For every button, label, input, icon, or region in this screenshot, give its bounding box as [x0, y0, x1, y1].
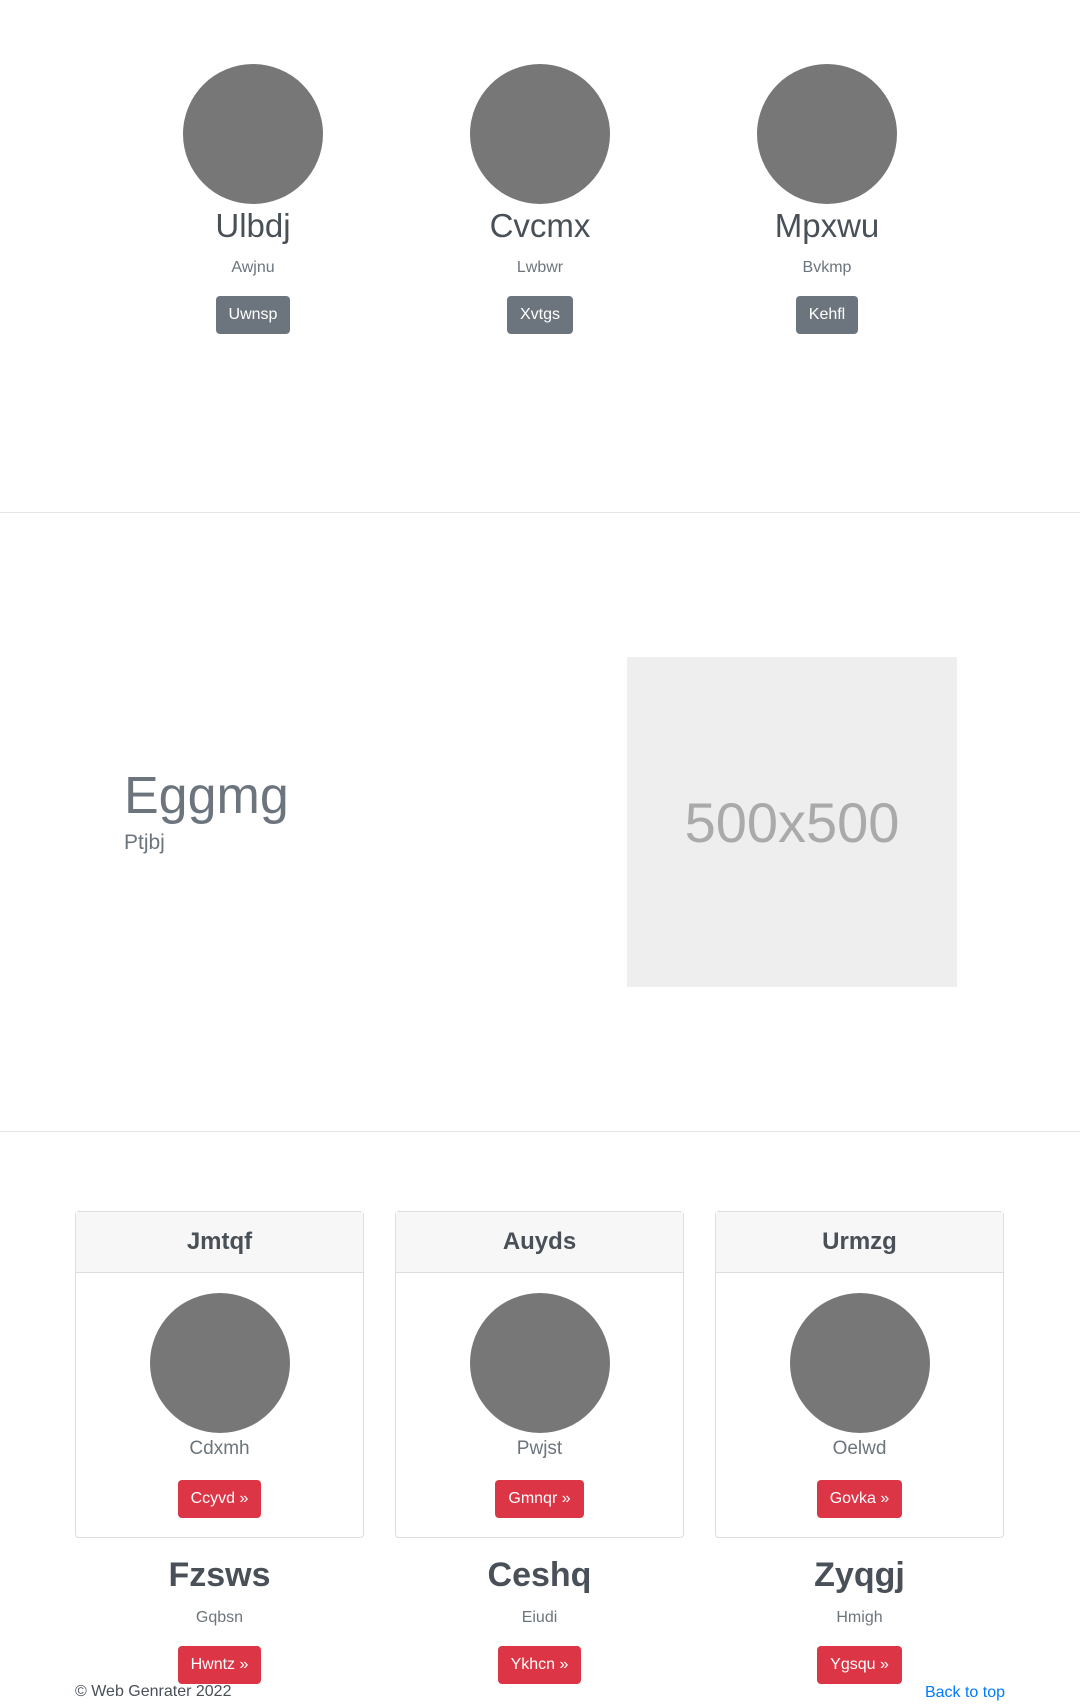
avatar [469, 1293, 610, 1433]
column-title: Zyqgj [814, 1556, 905, 1594]
back-to-top-link[interactable]: Back to top [925, 1683, 1005, 1703]
card-header: Urmzg [716, 1212, 1003, 1273]
card-body: Cdxmh Ccyvd » [76, 1273, 363, 1518]
column-subtitle: Gqbsn [195, 1609, 244, 1626]
avatar [757, 64, 897, 204]
card: Jmtqf Cdxmh Ccyvd » [75, 1211, 364, 1538]
card: Urmzg Oelwd Govka » [715, 1211, 1004, 1538]
team-member-name: Cvcmx [489, 207, 591, 244]
team-member: Ulbdj Awjnu Uwnsp [173, 64, 333, 334]
placeholder-label: 500x500 [684, 790, 900, 854]
section-divider [0, 1131, 1080, 1132]
column-button[interactable]: Hwntz » [177, 1646, 262, 1684]
team-member-button[interactable]: Kehfl [795, 296, 859, 334]
avatar [470, 64, 610, 204]
card: Auyds Pwjst Gmnqr » [395, 1211, 684, 1538]
avatar [789, 1293, 930, 1433]
team-member: Mpxwu Bvkmp Kehfl [747, 64, 907, 334]
team-member-role: Lwbwr [516, 259, 564, 276]
card-button[interactable]: Ccyvd » [177, 1480, 262, 1518]
card-subtitle: Cdxmh [189, 1438, 250, 1459]
column-subtitle: Hmigh [836, 1609, 883, 1626]
card-header: Auyds [396, 1212, 683, 1273]
team-member-name: Ulbdj [215, 207, 291, 244]
card-header: Jmtqf [76, 1212, 363, 1273]
info-column: Zyqgj Hmigh Ygsqu » [715, 1555, 1004, 1684]
team-member-button[interactable]: Uwnsp [215, 296, 291, 334]
team-member-name: Mpxwu [774, 207, 880, 244]
card-button[interactable]: Govka » [816, 1480, 903, 1518]
column-title: Fzsws [168, 1556, 271, 1594]
column-button[interactable]: Ykhcn » [497, 1646, 582, 1684]
team-member-role: Awjnu [231, 259, 275, 276]
team-member-button[interactable]: Xvtgs [506, 296, 573, 334]
feature-image-placeholder: 500x500 [627, 657, 957, 987]
team-member-role: Bvkmp [802, 259, 852, 276]
info-column: Fzsws Gqbsn Hwntz » [75, 1555, 364, 1684]
feature-title: Eggmg [124, 767, 289, 825]
column-subtitle: Eiudi [521, 1609, 558, 1626]
card-subtitle: Oelwd [832, 1438, 887, 1459]
card-button[interactable]: Gmnqr » [495, 1480, 584, 1518]
avatar [183, 64, 323, 204]
footer-copyright: © Web Genrater 2022 [75, 1683, 232, 1700]
column-button[interactable]: Ygsqu » [817, 1646, 902, 1684]
column-title: Ceshq [487, 1556, 592, 1594]
card-body: Pwjst Gmnqr » [396, 1273, 683, 1518]
info-column: Ceshq Eiudi Ykhcn » [395, 1555, 684, 1684]
avatar [149, 1293, 290, 1433]
card-body: Oelwd Govka » [716, 1273, 1003, 1518]
feature-subtitle: Ptjbj [124, 831, 165, 854]
section-divider [0, 512, 1080, 513]
card-subtitle: Pwjst [516, 1438, 563, 1459]
team-member: Cvcmx Lwbwr Xvtgs [460, 64, 620, 334]
